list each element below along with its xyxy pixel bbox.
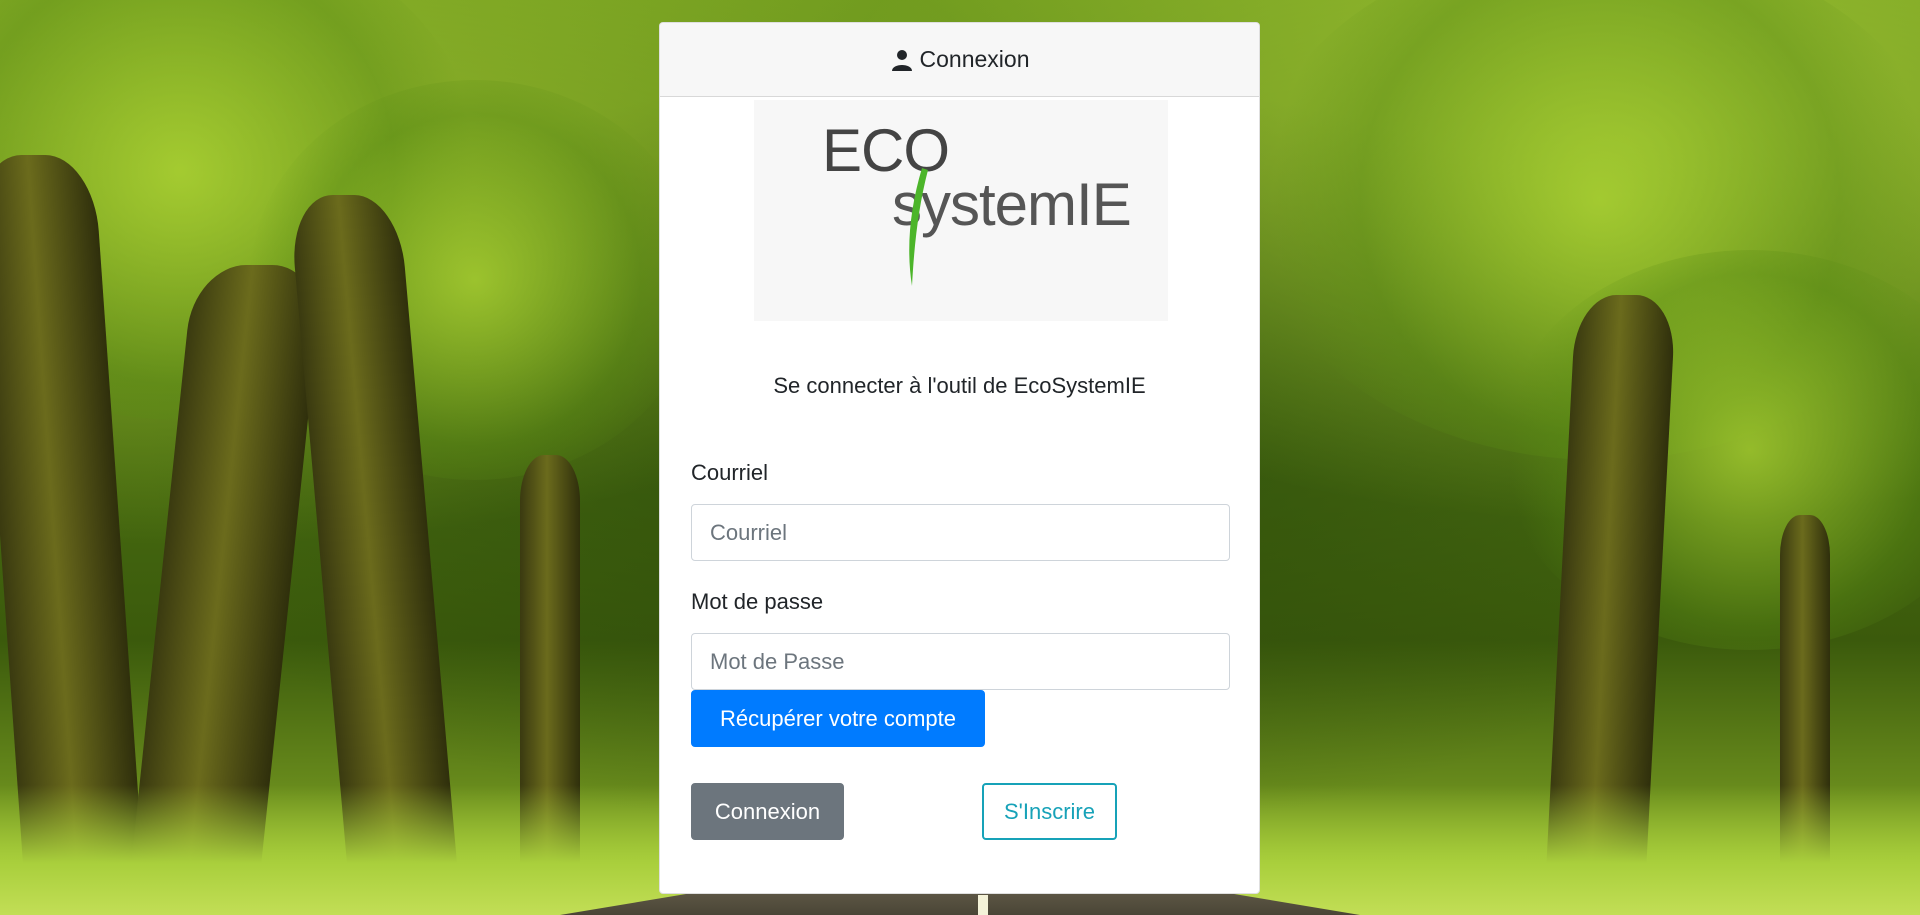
login-card: Connexion ECO systemIE Se connecter à l'… [659,22,1260,894]
card-header: Connexion [660,23,1259,97]
recover-account-button[interactable]: Récupérer votre compte [691,690,985,747]
register-button[interactable]: S'Inscrire [982,783,1117,840]
ecosystemie-logo: ECO systemIE [754,100,1168,321]
user-icon [890,48,914,72]
password-input[interactable] [691,633,1230,690]
login-subtitle: Se connecter à l'outil de EcoSystemIE [773,373,1146,398]
card-title: Connexion [919,46,1030,72]
login-button[interactable]: Connexion [691,783,844,840]
email-label: Courriel [691,460,769,485]
email-input[interactable] [691,504,1230,561]
grass-blade-icon [909,168,928,286]
password-label: Mot de passe [691,589,824,614]
